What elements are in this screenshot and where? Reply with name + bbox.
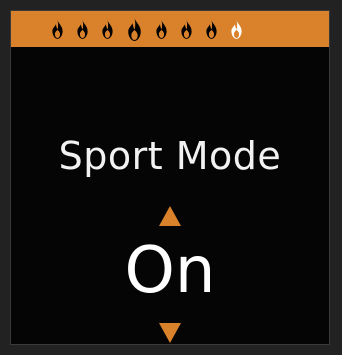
decrease-arrow-icon[interactable]	[159, 323, 181, 343]
flame-icon	[52, 19, 63, 39]
display-screen: Sport Mode On	[10, 10, 330, 345]
flame-icon	[102, 19, 113, 39]
flame-level-bar	[11, 11, 329, 47]
flame-icon	[231, 19, 242, 39]
setting-title: Sport Mode	[58, 134, 282, 178]
flame-icon	[181, 19, 192, 39]
device-frame: Sport Mode On	[0, 0, 342, 355]
flame-icon	[77, 19, 88, 39]
setting-value: On	[124, 234, 216, 308]
increase-arrow-icon[interactable]	[159, 206, 181, 226]
flame-icon	[128, 17, 141, 41]
flame-icon	[206, 19, 217, 39]
flame-icon	[156, 19, 167, 39]
